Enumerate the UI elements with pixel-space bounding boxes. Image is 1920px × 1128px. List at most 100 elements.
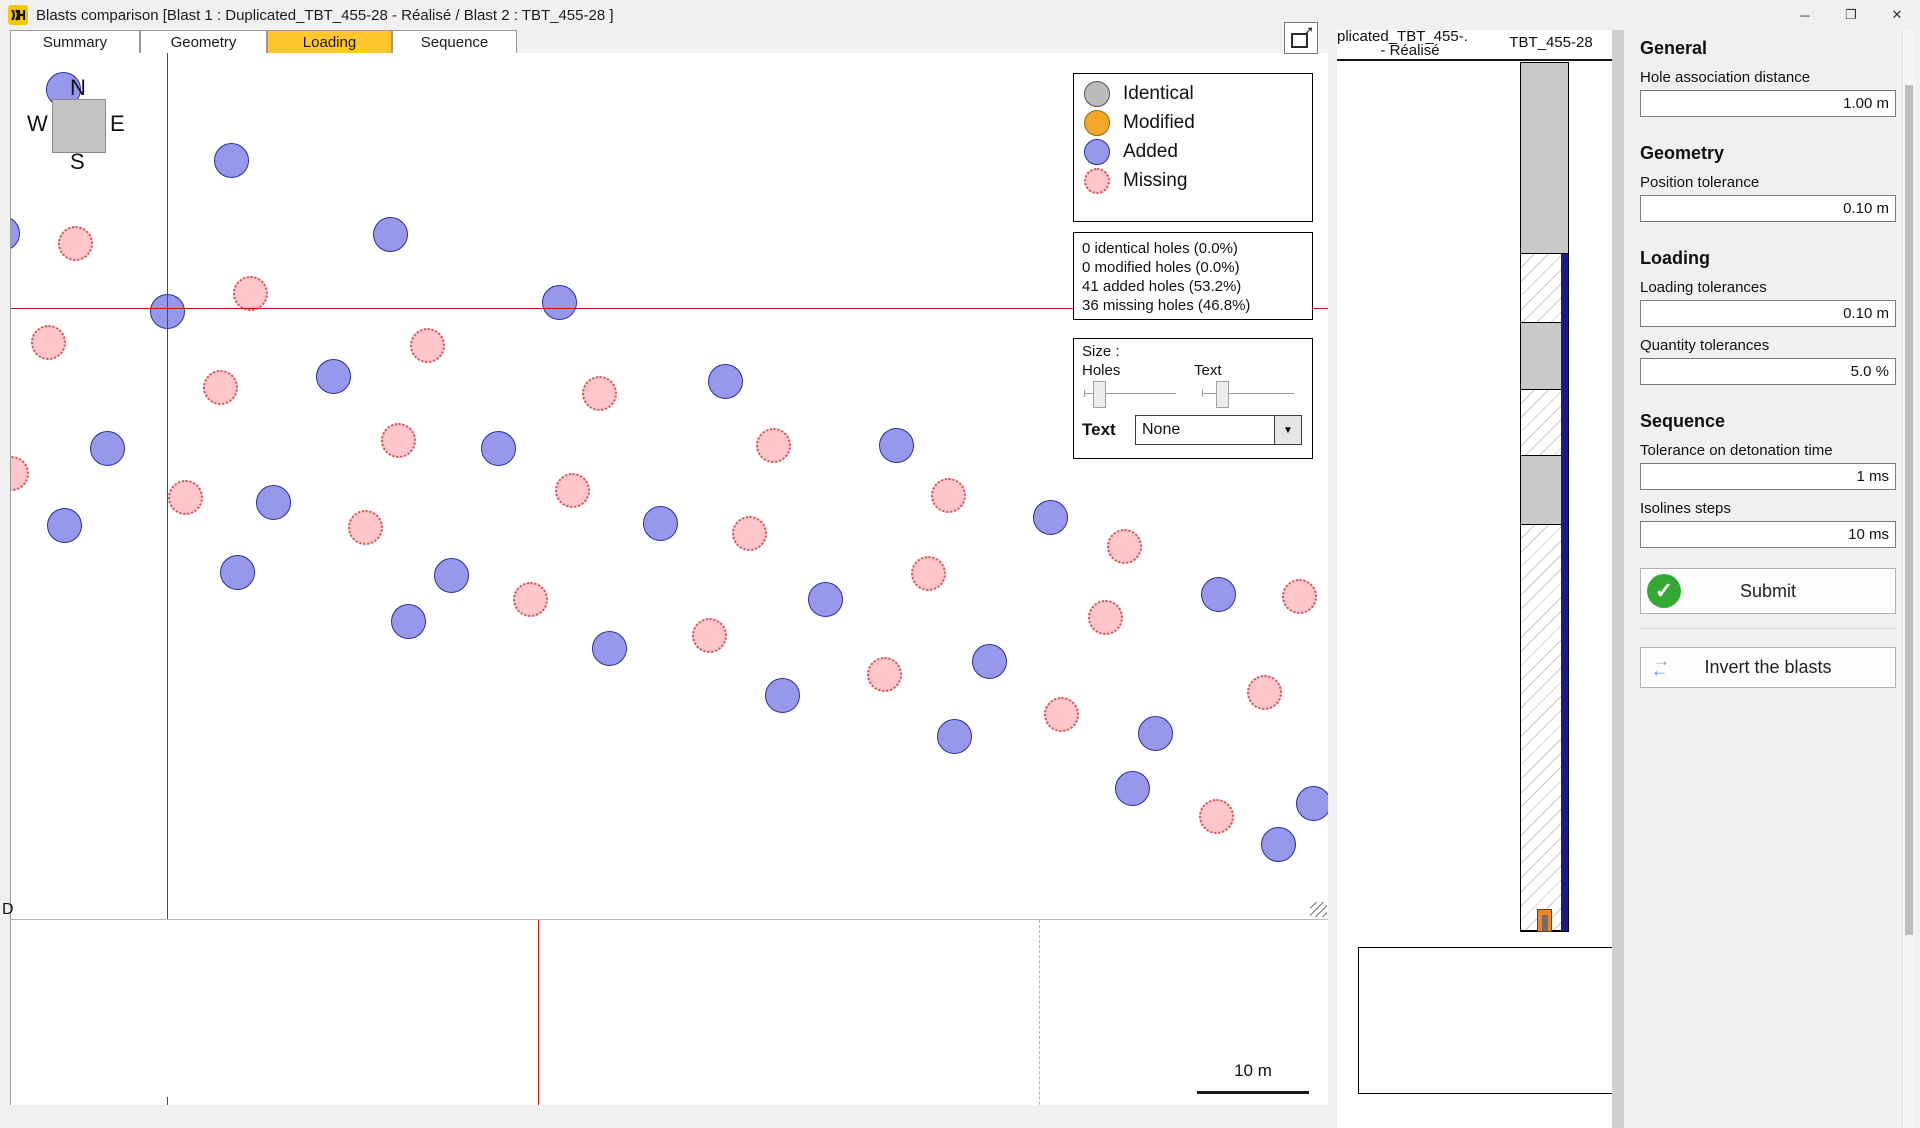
hole-missing[interactable] (732, 516, 767, 551)
hole-added[interactable] (391, 604, 426, 639)
stats-line: 0 modified holes (0.0%) (1082, 258, 1304, 277)
resize-grip-icon[interactable] (1310, 902, 1327, 917)
field-input[interactable]: 1.00 m (1640, 90, 1896, 117)
hole-missing[interactable] (911, 556, 946, 591)
bottom-strip (0, 1105, 1337, 1128)
text-size-slider[interactable] (1202, 393, 1294, 394)
hole-missing[interactable] (867, 657, 902, 692)
hole-missing[interactable] (692, 618, 727, 653)
hole-added[interactable] (972, 644, 1007, 679)
section-dashed-line (1039, 920, 1040, 1105)
detail-preview-box (1358, 947, 1612, 1094)
blast-plan-view[interactable]: N W E S IdenticalModifiedAddedMissing 0 … (10, 53, 1328, 1105)
hole-missing[interactable] (203, 370, 238, 405)
detonator-icon (1537, 909, 1552, 932)
hole-missing[interactable] (381, 423, 416, 458)
hole-comparison-panel: plicated_TBT_455-. - Réalisé TBT_455-28 (1337, 30, 1612, 1128)
hole-missing[interactable] (1199, 799, 1234, 834)
hole-missing[interactable] (58, 226, 93, 261)
hole-missing[interactable] (582, 376, 617, 411)
hole-missing[interactable] (931, 478, 966, 513)
hole-missing[interactable] (1107, 529, 1142, 564)
section-heading-sequence: Sequence (1640, 411, 1896, 432)
hole-added[interactable] (643, 506, 678, 541)
section-heading-general: General (1640, 38, 1896, 59)
hole-missing[interactable] (168, 480, 203, 515)
field-input[interactable]: 0.10 m (1640, 300, 1896, 327)
tab-sequence[interactable]: Sequence (392, 30, 517, 53)
holes-size-slider[interactable] (1084, 393, 1176, 394)
hole-added[interactable] (434, 558, 469, 593)
swap-arrows-icon: → ← (1651, 655, 1681, 681)
compass-east-label: E (110, 111, 125, 137)
tab-loading[interactable]: Loading (267, 30, 392, 53)
hole-missing[interactable] (31, 325, 66, 360)
field-label: Position tolerance (1640, 174, 1896, 191)
field-input[interactable]: 1 ms (1640, 463, 1896, 490)
hole-added[interactable] (1115, 771, 1150, 806)
hole-added[interactable] (808, 582, 843, 617)
hole-missing[interactable] (1247, 675, 1282, 710)
hole-added[interactable] (256, 485, 291, 520)
hole-added[interactable] (592, 631, 627, 666)
hole-missing[interactable] (555, 473, 590, 508)
hole-added[interactable] (1261, 827, 1296, 862)
hole-added[interactable] (10, 216, 20, 251)
sidebar-scrollbar[interactable] (1902, 30, 1915, 1128)
hole-added[interactable] (1201, 577, 1236, 612)
legend-item-modified: Modified (1084, 108, 1312, 137)
hole-added[interactable] (316, 359, 351, 394)
legend-box: IdenticalModifiedAddedMissing (1073, 73, 1313, 222)
hole-added[interactable] (90, 431, 125, 466)
minimize-button[interactable]: ─ (1782, 0, 1828, 30)
hole-added[interactable] (1138, 716, 1173, 751)
panel-splitter[interactable] (1612, 30, 1624, 1128)
hole-missing[interactable] (1088, 600, 1123, 635)
hole-missing[interactable] (348, 510, 383, 545)
hole-added[interactable] (214, 143, 249, 178)
invert-blasts-button[interactable]: → ← Invert the blasts (1640, 647, 1896, 688)
hole-missing[interactable] (233, 276, 268, 311)
tab-summary[interactable]: Summary (10, 30, 140, 53)
hole-added[interactable] (1296, 786, 1329, 821)
hole-added[interactable] (708, 364, 743, 399)
legend-item-missing: Missing (1084, 166, 1312, 195)
chevron-down-icon[interactable]: ▼ (1274, 416, 1301, 444)
field-input[interactable]: 0.10 m (1640, 195, 1896, 222)
close-button[interactable]: ✕ (1874, 0, 1920, 30)
hole-added[interactable] (220, 555, 255, 590)
text-slider-label: Text (1194, 362, 1222, 379)
maximize-button[interactable]: ❐ (1828, 0, 1874, 30)
hole-added[interactable] (542, 285, 577, 320)
expand-view-button[interactable]: ➚ (1284, 22, 1318, 54)
hole-added[interactable] (373, 217, 408, 252)
hole-added[interactable] (1033, 500, 1068, 535)
hole-missing[interactable] (410, 328, 445, 363)
hole-missing[interactable] (1282, 579, 1317, 614)
holes-slider-handle[interactable] (1093, 381, 1106, 408)
scale-bar-label: 10 m (1197, 1061, 1309, 1081)
submit-button[interactable]: ✓ Submit (1640, 568, 1896, 614)
hole-added[interactable] (937, 719, 972, 754)
text-dropdown[interactable]: None ▼ (1135, 415, 1302, 445)
hole-added[interactable] (481, 431, 516, 466)
hole-added[interactable] (47, 508, 82, 543)
hole-missing[interactable] (513, 582, 548, 617)
hole-added[interactable] (879, 428, 914, 463)
holes-slider-label: Holes (1082, 362, 1194, 379)
hole-added[interactable] (765, 678, 800, 713)
field-input[interactable]: 5.0 % (1640, 358, 1896, 385)
size-panel: Size : Holes Text Text None ▼ (1073, 338, 1313, 459)
hole-loading-column[interactable] (1520, 62, 1569, 932)
scale-bar (1197, 1091, 1309, 1094)
field-input[interactable]: 10 ms (1640, 521, 1896, 548)
hole-missing[interactable] (10, 456, 29, 491)
identical-swatch-icon (1084, 81, 1110, 107)
text-slider-handle[interactable] (1216, 381, 1229, 408)
hole-missing[interactable] (756, 428, 791, 463)
settings-sidebar: GeneralHole association distance1.00 mGe… (1624, 30, 1920, 1128)
text-dropdown-value: None (1136, 421, 1274, 439)
hole-missing[interactable] (1044, 697, 1079, 732)
tab-geometry[interactable]: Geometry (140, 30, 267, 53)
scrollbar-thumb[interactable] (1905, 85, 1913, 935)
